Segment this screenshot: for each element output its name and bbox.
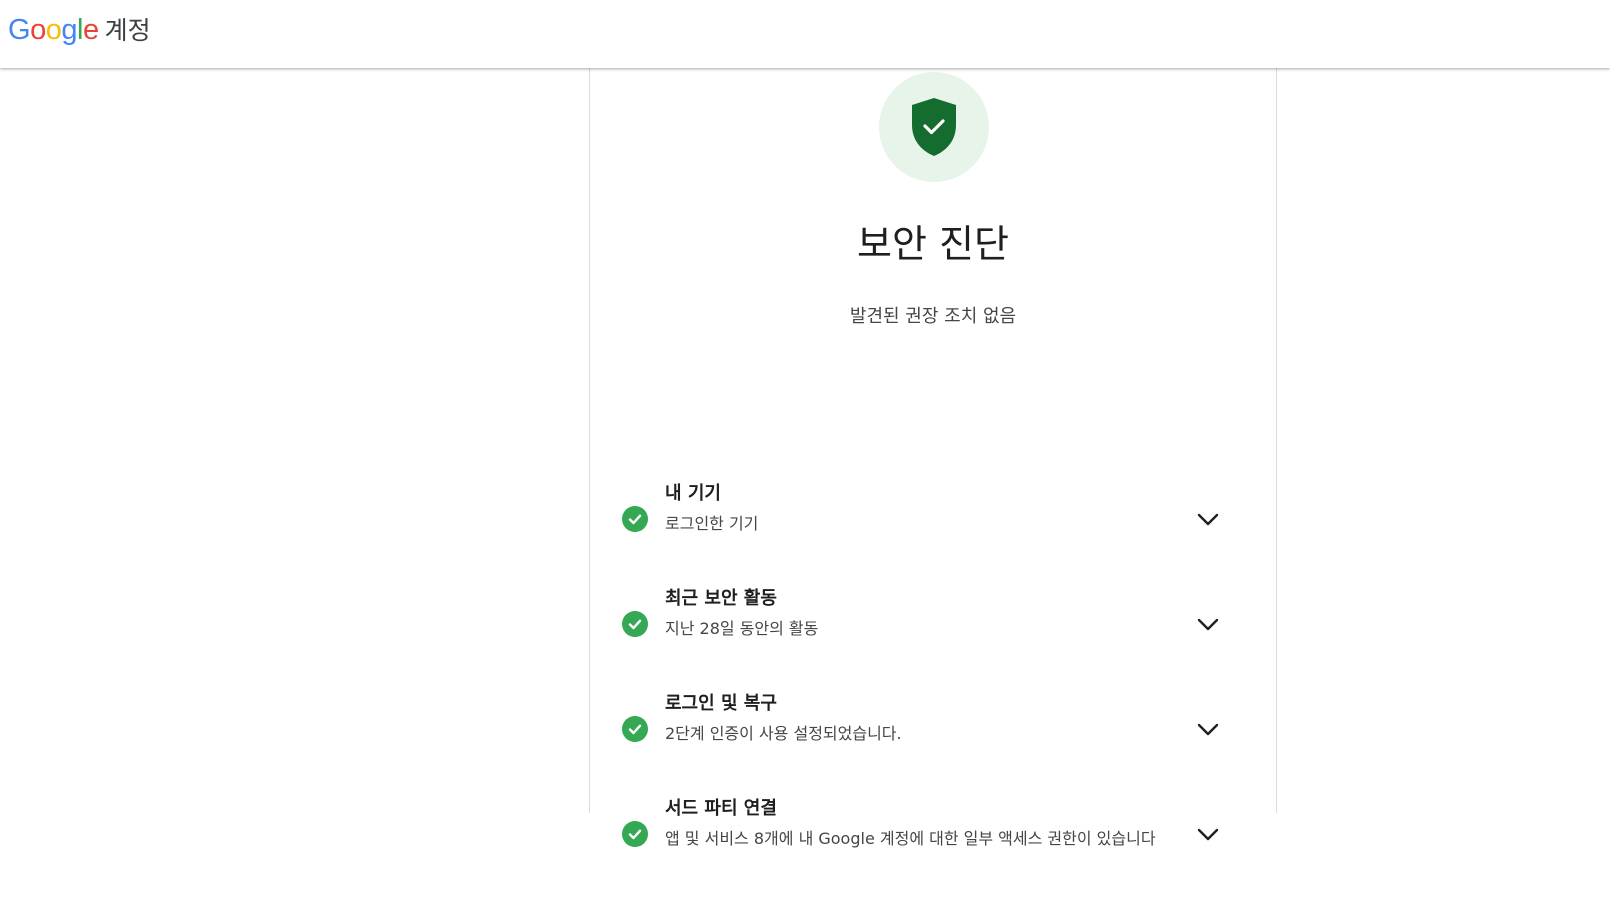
- hero-badge: [879, 72, 989, 182]
- check-circle-icon: [622, 821, 648, 847]
- product-name: 계정: [104, 16, 151, 45]
- page-subtitle: 발견된 권장 조치 없음: [849, 306, 1017, 327]
- checkup-item-third-party[interactable]: 서드 파티 연결 앱 및 서비스 8개에 내 Google 계정에 대한 일부 …: [590, 798, 1276, 898]
- shield-check-icon: [912, 98, 956, 156]
- checkup-item-signin-recovery[interactable]: 로그인 및 복구 2단계 인증이 사용 설정되었습니다.: [590, 693, 1276, 793]
- chevron-down-icon[interactable]: [1196, 823, 1220, 847]
- checkup-item-title: 로그인 및 복구: [665, 693, 777, 714]
- checkup-item-description: 2단계 인증이 사용 설정되었습니다.: [665, 724, 902, 743]
- checkup-item-description: 지난 28일 동안의 활동: [665, 619, 819, 638]
- logo-letter-e: e: [82, 14, 99, 46]
- logo-letter-o1: o: [30, 14, 46, 46]
- checkup-item-description: 로그인한 기기: [665, 514, 759, 533]
- google-account-logo[interactable]: Google 계정: [8, 10, 151, 50]
- chevron-down-icon[interactable]: [1196, 718, 1220, 742]
- checkup-item-description: 앱 및 서비스 8개에 내 Google 계정에 대한 일부 액세스 권한이 있…: [665, 829, 1156, 848]
- top-app-bar: Google 계정: [0, 0, 1610, 68]
- checkup-item-devices[interactable]: 내 기기 로그인한 기기: [590, 483, 1276, 583]
- checkup-item-recent-activity[interactable]: 최근 보안 활동 지난 28일 동안의 활동: [590, 588, 1276, 688]
- security-checkup-panel: 보안 진단 발견된 권장 조치 없음 내 기기 로그인한 기기 최근 보안 활동…: [589, 68, 1277, 848]
- checkup-item-title: 서드 파티 연결: [665, 798, 777, 819]
- logo-letter-o2: o: [45, 14, 62, 46]
- page-title: 보안 진단: [857, 222, 1009, 266]
- chevron-down-icon[interactable]: [1196, 508, 1220, 532]
- checkup-item-title: 내 기기: [665, 483, 721, 504]
- checkup-item-title: 최근 보안 활동: [665, 588, 777, 609]
- check-circle-icon: [622, 716, 648, 742]
- logo-letter-g2: g: [61, 14, 77, 46]
- check-circle-icon: [622, 506, 648, 532]
- logo-letter-g: G: [8, 14, 31, 46]
- chevron-down-icon[interactable]: [1196, 613, 1220, 637]
- google-wordmark: Google: [8, 10, 99, 50]
- check-circle-icon: [622, 611, 648, 637]
